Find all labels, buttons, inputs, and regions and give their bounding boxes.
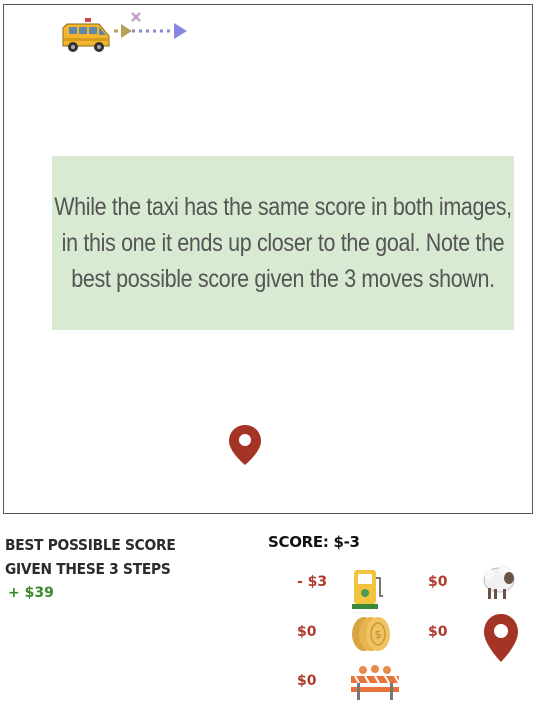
coin-stack-icon: $: [352, 617, 390, 651]
taxi-icon: [62, 18, 110, 52]
best-score-title-line1: BEST POSSIBLE SCORE: [5, 536, 176, 554]
roadblock-icon: [351, 665, 400, 700]
best-score-title-line2: GIVEN THESE 3 STEPS: [5, 560, 171, 578]
best-score-value: + $39: [8, 585, 54, 601]
best-score-title: BEST POSSIBLE SCORE GIVEN THESE 3 STEPS: [5, 533, 176, 581]
coins-value: $0: [297, 624, 317, 640]
hint-tooltip: While the taxi has the same score in bot…: [52, 156, 514, 330]
game-board: While the taxi has the same score in bot…: [3, 4, 533, 514]
hint-text: While the taxi has the same score in bot…: [54, 193, 512, 293]
location-pin-icon: [229, 425, 261, 465]
roadblock-value: $0: [297, 673, 317, 689]
path-arrow-icon: [114, 12, 187, 39]
location-pin-icon: [484, 614, 518, 662]
current-score: SCORE: $-3: [268, 533, 360, 551]
fuel-value: - $3: [297, 574, 328, 590]
goal-value: $0: [428, 624, 448, 640]
sheep-value: $0: [428, 574, 448, 590]
sheep-icon: [483, 565, 515, 599]
fuel-pump-icon: [352, 570, 383, 609]
svg-text:$: $: [375, 628, 382, 641]
